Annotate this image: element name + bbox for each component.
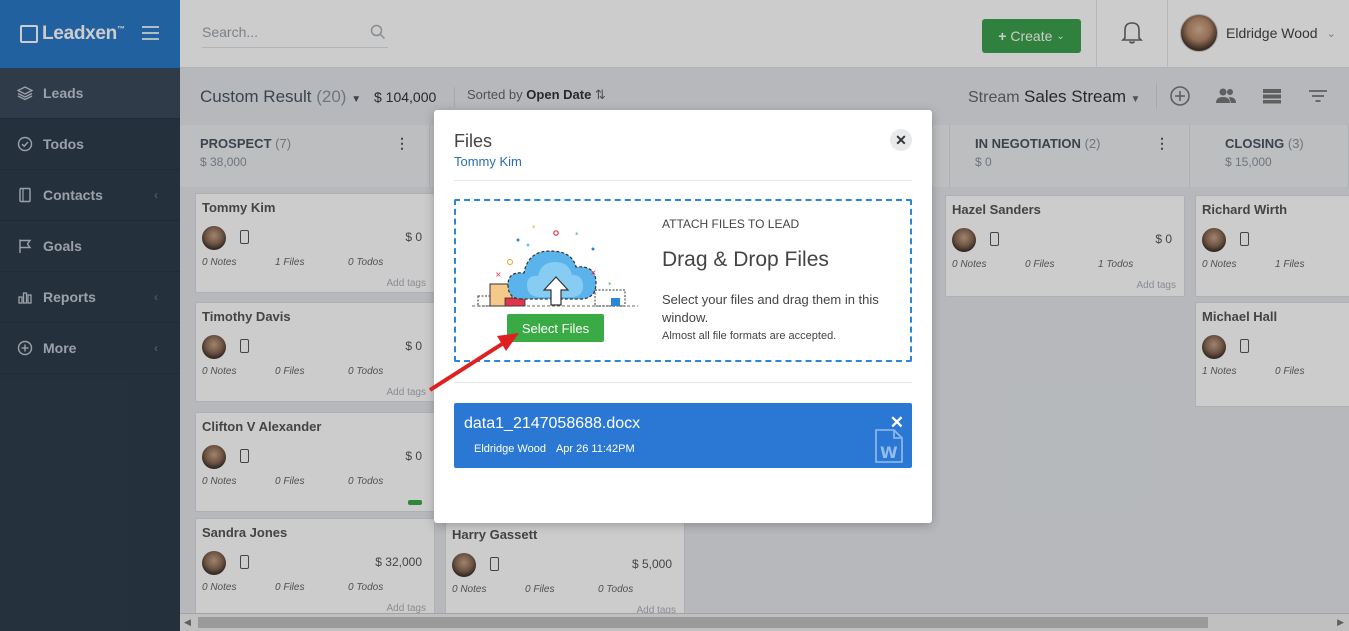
file-dropzone[interactable]: * * × × * Select Files ATTACH FILES TO L… — [454, 199, 912, 362]
svg-text:*: * — [575, 231, 579, 239]
divider — [454, 180, 912, 181]
files-modal: Files Tommy Kim ✕ * * × × * Select Files… — [434, 110, 932, 523]
modal-title: Files — [454, 131, 493, 151]
divider — [454, 382, 912, 383]
file-date: Apr 26 11:42PM — [555, 443, 635, 455]
word-document-icon: W — [874, 428, 904, 469]
close-icon: ✕ — [895, 131, 907, 148]
file-meta: Eldridge Wood Apr 26 11:42PM — [474, 443, 635, 455]
file-name[interactable]: data1_2147058688.docx — [464, 415, 640, 433]
select-files-button[interactable]: Select Files — [507, 314, 604, 342]
dropzone-description: Select your files and drag them in this … — [662, 292, 879, 325]
dropzone-heading: Drag & Drop Files — [662, 248, 829, 271]
dropzone-kicker: ATTACH FILES TO LEAD — [662, 217, 800, 231]
svg-text:×: × — [590, 268, 597, 277]
dropzone-note: Almost all file formats are accepted. — [662, 330, 837, 342]
cloud-upload-icon: * * × × * — [470, 215, 640, 310]
svg-text:*: * — [608, 281, 612, 289]
close-button[interactable]: ✕ — [890, 129, 912, 151]
svg-text:W: W — [880, 443, 898, 462]
file-uploader: Eldridge Wood — [474, 443, 546, 455]
modal-lead-link[interactable]: Tommy Kim — [454, 154, 522, 169]
attached-file-item[interactable]: data1_2147058688.docx Eldridge Wood Apr 2… — [454, 403, 912, 468]
svg-text:*: * — [532, 224, 536, 232]
svg-text:×: × — [495, 270, 502, 279]
select-files-label: Select Files — [521, 320, 590, 336]
